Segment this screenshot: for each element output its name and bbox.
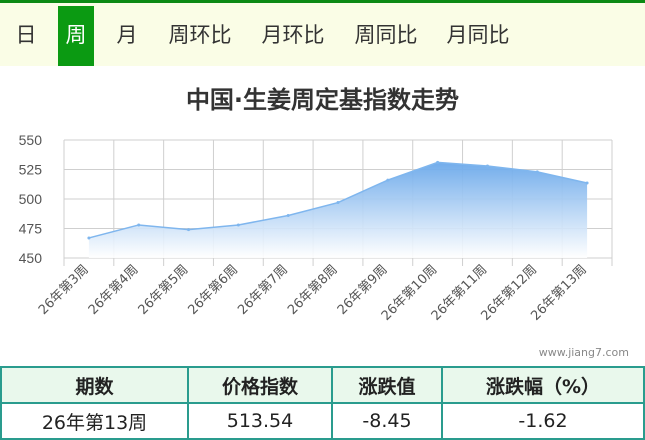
header-period: 期数 (0, 366, 189, 404)
cell-change-value: -8.45 (331, 402, 443, 440)
x-tick-label-4: 26年第7周 (235, 262, 291, 318)
data-point-10 (585, 181, 589, 185)
period-tab-bar: 日 周 月 周环比 月环比 周同比 月同比 (0, 0, 645, 66)
data-point-3 (236, 223, 240, 227)
data-point-6 (386, 178, 390, 182)
cell-price-index: 513.54 (187, 402, 333, 440)
data-point-7 (436, 160, 440, 164)
header-price-index: 价格指数 (187, 366, 333, 404)
tab-month-over-month[interactable]: 月环比 (253, 6, 333, 66)
y-tick-label-4: 550 (19, 132, 43, 148)
x-tick-label-0: 26年第3周 (36, 262, 92, 318)
data-point-2 (187, 228, 191, 232)
tab-day[interactable]: 日 (5, 6, 47, 66)
watermark-text: www.jiang7.com (538, 346, 629, 359)
data-point-8 (485, 164, 489, 168)
table-row: 26年第13周 513.54 -8.45 -1.62 (0, 402, 645, 440)
data-point-4 (286, 214, 290, 218)
tab-week-year-over-year[interactable]: 周同比 (346, 6, 426, 66)
data-point-9 (535, 170, 539, 174)
cell-period: 26年第13周 (0, 402, 189, 440)
area-series (87, 160, 589, 258)
y-tick-label-3: 525 (19, 162, 43, 178)
index-trend-chart: 450 475 500 525 550 26年第3周26年第4周26年第5周26年第6周… (19, 132, 613, 324)
x-tick-label-3: 26年第6周 (185, 262, 241, 318)
x-axis-ticks: 26年第3周26年第4周26年第5周26年第6周26年第7周26年第8周26年第… (36, 262, 590, 324)
data-point-5 (336, 201, 340, 205)
table-header-row: 期数 价格指数 涨跌值 涨跌幅（%） (0, 366, 645, 404)
y-tick-label-1: 475 (19, 221, 43, 237)
x-tick-label-2: 26年第5周 (136, 262, 192, 318)
tab-month-year-over-year[interactable]: 月同比 (438, 6, 518, 66)
chart-title: 中国·生姜周定基指数走势 (185, 86, 460, 114)
tab-week[interactable]: 周 (58, 6, 94, 66)
data-point-1 (137, 223, 141, 227)
tab-week-over-week[interactable]: 周环比 (160, 6, 240, 66)
tab-month[interactable]: 月 (106, 6, 148, 66)
summary-table: 期数 价格指数 涨跌值 涨跌幅（%） 26年第13周 513.54 -8.45 … (0, 366, 645, 440)
y-tick-label-2: 500 (19, 191, 43, 207)
x-tick-label-1: 26年第4周 (86, 262, 142, 318)
y-axis-ticks: 450 475 500 525 550 (19, 132, 43, 266)
cell-change-percent: -1.62 (441, 402, 645, 440)
y-tick-label-0: 450 (19, 250, 43, 266)
x-tick-label-5: 26年第8周 (285, 262, 341, 318)
header-change-percent: 涨跌幅（%） (441, 366, 645, 404)
data-point-0 (87, 236, 91, 240)
header-change-value: 涨跌值 (331, 366, 443, 404)
